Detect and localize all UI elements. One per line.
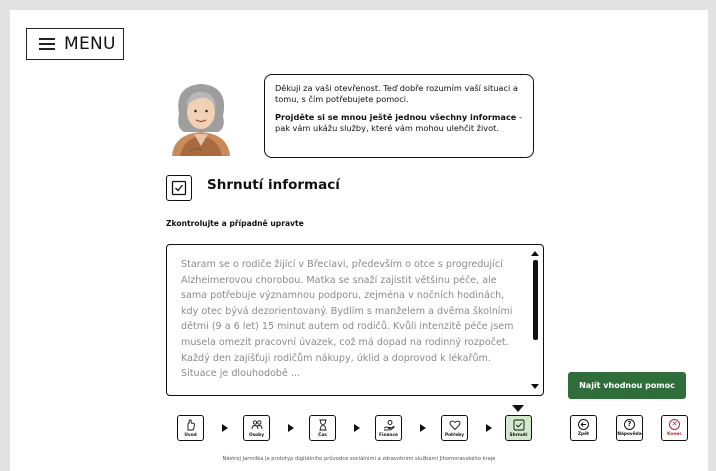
scroll-down-arrow-icon[interactable] — [531, 384, 539, 389]
step-label: Úvod — [184, 433, 197, 438]
back-label: Zpět — [577, 432, 590, 437]
footer-note: Nástroj Jarmilka je prototyp digitálního… — [222, 456, 496, 462]
help-button[interactable]: ? Nápověda — [616, 415, 643, 441]
close-icon: ✕ — [669, 419, 680, 430]
checkbox-icon — [166, 175, 192, 201]
step-uvod[interactable]: Úvod — [177, 415, 204, 441]
find-help-button[interactable]: Najít vhodnou pomoc — [568, 372, 686, 399]
hourglass-icon — [319, 419, 326, 431]
textarea-scrollbar[interactable] — [531, 251, 539, 389]
step-arrow-icon — [354, 424, 360, 432]
scroll-thumb[interactable] — [532, 260, 538, 340]
scroll-up-arrow-icon[interactable] — [531, 251, 539, 256]
step-cas[interactable]: Čas — [309, 415, 336, 441]
summary-text[interactable]: Staram se o rodiče žijící v Břeclavi, př… — [181, 257, 521, 382]
step-potreby[interactable]: Potřeby — [441, 415, 468, 441]
step-label: Finance — [379, 433, 398, 438]
step-label: Čas — [318, 433, 327, 438]
summary-subtitle: Zkontrolujte a případně upravte — [166, 219, 304, 228]
checkbox-icon — [513, 419, 524, 431]
end-label: Konec — [667, 432, 682, 437]
menu-button[interactable]: MENU — [26, 28, 124, 60]
step-label: Potřeby — [444, 433, 465, 438]
people-icon — [251, 420, 262, 430]
step-arrow-icon — [486, 424, 492, 432]
heart-icon — [449, 420, 460, 431]
step-shrnuti[interactable]: Shrnutí — [505, 415, 532, 441]
assistant-message-2-bold: Projděte si se mnou ještě jednou všechny… — [275, 112, 517, 122]
back-button[interactable]: Zpět — [570, 415, 597, 441]
app-page: MENU Děkuji za vaši otevřenost. Teď dobř… — [10, 10, 708, 471]
assistant-message-2: Projděte si se mnou ještě jednou všechny… — [275, 112, 523, 134]
step-arrow-icon — [288, 424, 294, 432]
step-arrow-icon — [222, 424, 228, 432]
hamburger-icon — [39, 38, 55, 50]
step-label: Shrnutí — [509, 433, 528, 438]
hand-icon — [187, 419, 195, 431]
assistant-message-1: Děkuji za vaši otevřenost. Teď dobře roz… — [275, 83, 518, 104]
current-step-pointer-icon — [512, 405, 524, 412]
menu-label: MENU — [64, 34, 116, 54]
money-hand-icon — [383, 420, 395, 431]
step-label: Osoby — [248, 433, 265, 438]
help-label: Nápověda — [617, 432, 642, 437]
assistant-avatar — [172, 84, 230, 156]
step-finance[interactable]: Finance — [375, 415, 402, 441]
end-button[interactable]: ✕ Konec — [661, 415, 688, 441]
question-icon: ? — [624, 419, 635, 430]
back-arrow-icon — [578, 419, 589, 430]
step-osoby[interactable]: Osoby — [243, 415, 270, 441]
summary-textarea[interactable]: Staram se o rodiče žijící v Břeclavi, př… — [166, 244, 544, 396]
assistant-speech-bubble: Děkuji za vaši otevřenost. Teď dobře roz… — [264, 74, 534, 158]
step-arrow-icon — [420, 424, 426, 432]
summary-title: Shrnutí informací — [207, 177, 340, 193]
